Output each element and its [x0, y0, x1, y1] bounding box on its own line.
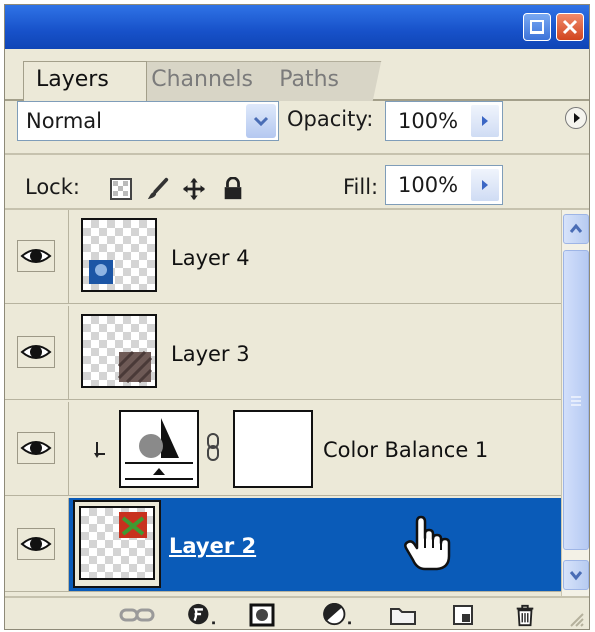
lock-all-icon[interactable] — [221, 177, 245, 201]
layer-row-selected[interactable]: Layer 2 — [5, 498, 561, 592]
layer-name: Layer 4 — [171, 246, 250, 270]
close-button[interactable] — [556, 13, 584, 41]
eye-icon[interactable] — [17, 240, 55, 272]
layer-row[interactable]: Color Balance 1 — [5, 402, 561, 496]
layer-row[interactable]: Layer 3 — [5, 306, 561, 400]
tab-strip: Layers Channels Paths — [5, 49, 589, 129]
scroll-down-button[interactable] — [563, 560, 589, 590]
tab-channels-label: Channels — [151, 67, 254, 92]
minimize-icon — [530, 20, 544, 34]
lock-label: Lock: — [25, 175, 80, 199]
layer-name: Color Balance 1 — [323, 438, 489, 462]
layer-thumbnail — [81, 314, 157, 388]
opacity-label: Opacity: — [287, 107, 374, 131]
link-layers-icon[interactable] — [119, 603, 155, 627]
visibility-cell[interactable] — [5, 306, 69, 399]
resize-grip-icon[interactable] — [565, 606, 585, 630]
chevron-down-icon[interactable] — [246, 104, 276, 138]
tab-channels[interactable]: Channels — [134, 61, 286, 101]
opacity-field[interactable]: 100% — [385, 101, 503, 141]
visibility-cell[interactable] — [5, 210, 69, 303]
chevron-up-icon — [569, 223, 583, 233]
lock-move-icon[interactable] — [181, 177, 207, 201]
lock-transparency-icon[interactable] — [109, 177, 133, 201]
minimize-button[interactable] — [523, 13, 551, 41]
link-chain-icon[interactable] — [205, 432, 221, 462]
opacity-value: 100% — [398, 109, 459, 133]
layer-thumbnail — [81, 218, 157, 292]
grip-icon — [571, 396, 581, 406]
controls-divider — [5, 153, 589, 155]
scroll-thumb[interactable] — [563, 250, 589, 550]
lock-brush-icon[interactable] — [145, 177, 171, 201]
adjustment-thumbnail — [119, 410, 199, 488]
blend-mode-value: Normal — [26, 109, 102, 133]
clipping-arrow-icon — [94, 442, 105, 458]
layers-panel: Layers Channels Paths Normal Opacity: 10… — [4, 4, 590, 630]
bottom-toolbar — [5, 596, 589, 630]
layer-name: Layer 3 — [171, 342, 250, 366]
tab-paths-label: Paths — [279, 67, 340, 92]
chevron-down-icon — [569, 571, 583, 581]
tab-paths[interactable]: Paths — [262, 61, 382, 101]
delete-layer-icon[interactable] — [513, 603, 537, 627]
layer-thumbnail — [79, 506, 155, 580]
panel-menu-button[interactable] — [565, 107, 587, 129]
panel-menu-icon — [574, 113, 580, 123]
layer-style-icon[interactable] — [185, 603, 219, 627]
visibility-cell[interactable] — [5, 498, 69, 591]
layer-mask-thumbnail[interactable] — [233, 410, 313, 488]
scrollbar[interactable] — [561, 210, 589, 596]
chevron-down-glyph — [253, 116, 269, 127]
close-icon — [562, 19, 578, 35]
adjustment-layer-icon[interactable] — [321, 603, 355, 627]
layer-mask-icon[interactable] — [249, 603, 275, 627]
arrow-right-glyph — [482, 116, 488, 126]
blend-mode-select[interactable]: Normal — [17, 101, 279, 141]
new-group-icon[interactable] — [389, 603, 417, 627]
arrow-right-glyph — [482, 180, 488, 190]
layer-name[interactable]: Layer 2 — [169, 534, 256, 558]
eye-icon[interactable] — [17, 528, 55, 560]
new-layer-icon[interactable] — [451, 603, 475, 627]
fill-field[interactable]: 100% — [385, 165, 503, 205]
scroll-up-button[interactable] — [563, 214, 589, 244]
fill-label: Fill: — [343, 175, 379, 199]
layer-row[interactable]: Layer 4 — [5, 210, 561, 304]
visibility-cell[interactable] — [5, 402, 69, 495]
opacity-slider-arrow-icon[interactable] — [471, 105, 499, 137]
eye-icon[interactable] — [17, 336, 55, 368]
eye-icon[interactable] — [17, 432, 55, 464]
hand-cursor-icon — [404, 515, 451, 571]
fill-value: 100% — [398, 173, 459, 197]
tab-layers-label: Layers — [36, 67, 109, 92]
fill-slider-arrow-icon[interactable] — [471, 169, 499, 201]
tab-layers[interactable]: Layers — [23, 61, 147, 101]
layer-list: Layer 4 Layer 3 Color Balance 1 Layer 2 — [5, 210, 561, 596]
title-bar — [5, 5, 589, 49]
